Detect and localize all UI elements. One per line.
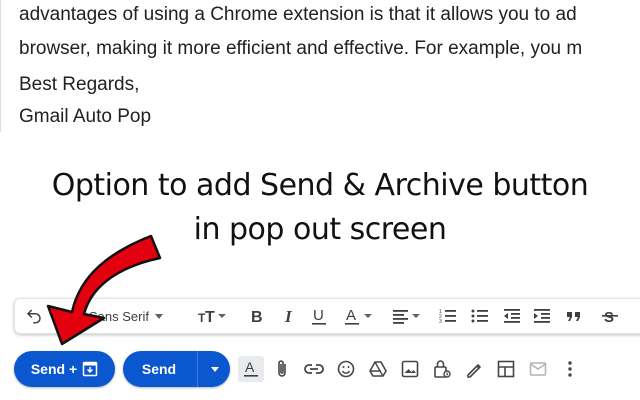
chevron-down-icon — [210, 366, 219, 372]
attach-icon[interactable] — [270, 357, 294, 381]
formatting-options-icon[interactable]: A — [238, 356, 264, 382]
more-options-icon[interactable] — [558, 357, 582, 381]
insert-photo-icon[interactable] — [398, 357, 422, 381]
emoji-icon[interactable] — [334, 357, 358, 381]
send-label: Send — [141, 361, 177, 377]
link-icon[interactable] — [302, 357, 326, 381]
signature-icon[interactable] — [462, 357, 486, 381]
confidential-mode-icon[interactable] — [430, 357, 454, 381]
template-icon[interactable] — [494, 357, 518, 381]
drive-icon[interactable] — [366, 357, 390, 381]
annotation-arrow — [46, 234, 162, 346]
send-options-button[interactable] — [197, 351, 230, 387]
archive-icon — [82, 361, 98, 377]
send-and-archive-label: Send + — [30, 361, 78, 377]
send-and-archive-button[interactable]: Send + — [14, 351, 115, 387]
schedule-send-icon[interactable] — [526, 357, 550, 381]
send-button[interactable]: Send — [123, 351, 230, 387]
svg-text:A: A — [245, 359, 255, 375]
